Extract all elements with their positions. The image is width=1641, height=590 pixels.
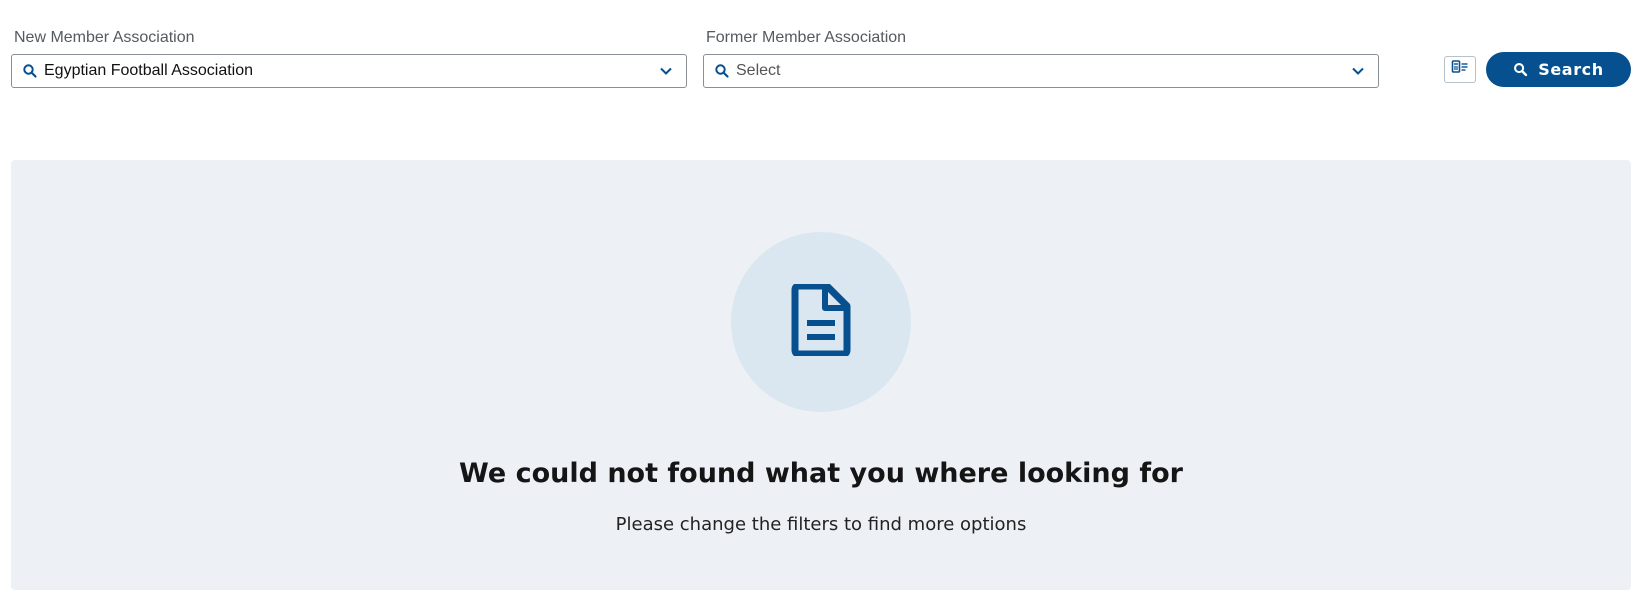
former-member-association-select[interactable]: Select (703, 54, 1379, 88)
former-member-association-field: Former Member Association Select (703, 28, 1379, 88)
search-button[interactable]: Search (1486, 52, 1631, 87)
former-member-association-placeholder: Select (736, 62, 781, 79)
new-member-association-value: Egyptian Football Association (44, 62, 254, 79)
new-member-association-field: New Member Association Egyptian Football… (11, 28, 687, 88)
search-icon (22, 63, 38, 79)
chevron-down-icon[interactable] (658, 63, 674, 79)
search-icon (1513, 62, 1528, 77)
empty-state-subtitle: Please change the filters to find more o… (615, 514, 1027, 535)
former-member-association-label: Former Member Association (706, 29, 907, 46)
document-icon (791, 282, 851, 361)
chevron-down-icon[interactable] (1350, 63, 1366, 79)
filter-bar: New Member Association Egyptian Football… (0, 0, 1641, 120)
empty-state-title: We could not found what you where lookin… (459, 458, 1183, 489)
clear-filters-icon (1451, 60, 1469, 79)
clear-filters-button[interactable] (1444, 56, 1476, 83)
new-member-association-select[interactable]: Egyptian Football Association (11, 54, 687, 88)
empty-state-panel: We could not found what you where lookin… (11, 160, 1631, 590)
search-button-label: Search (1538, 60, 1604, 79)
search-icon (714, 63, 730, 79)
empty-state-icon-circle (731, 232, 911, 412)
new-member-association-label: New Member Association (14, 29, 195, 46)
